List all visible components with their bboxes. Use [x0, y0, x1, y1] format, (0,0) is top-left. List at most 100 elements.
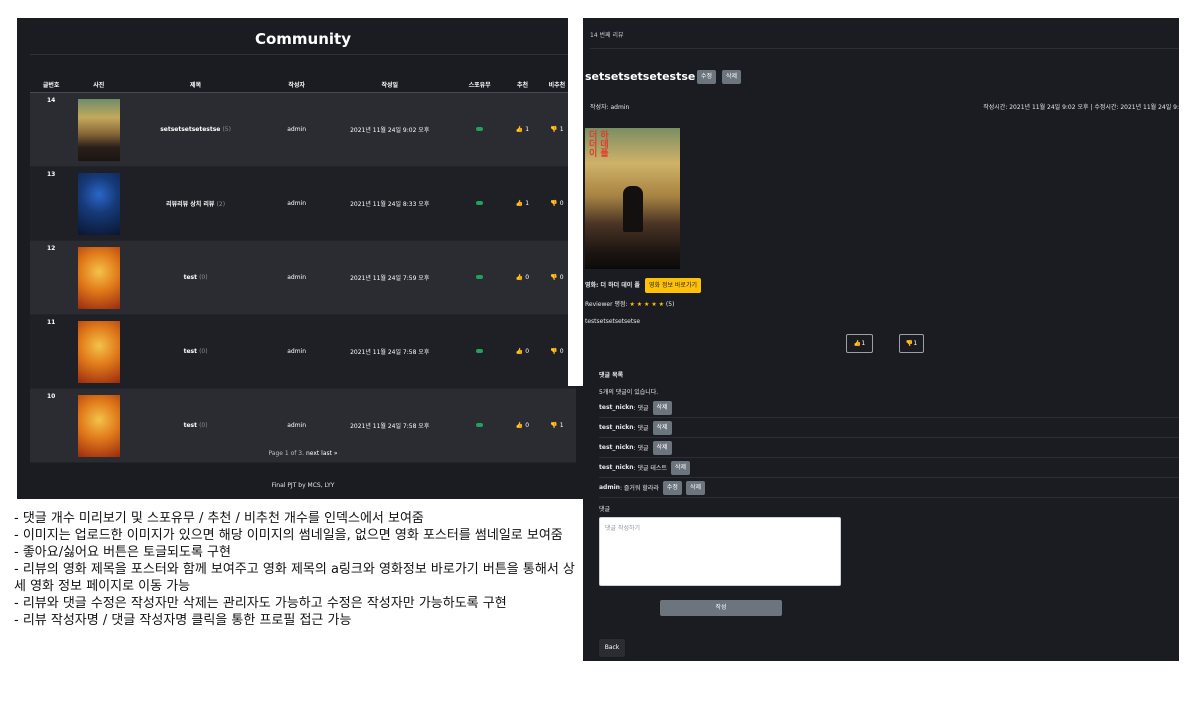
thumbs-up-icon: 👍 [515, 422, 524, 429]
row-title-cell: test (0) [125, 240, 266, 315]
like-button[interactable]: 👍1 [846, 334, 873, 353]
comment-item: test_nickn : 댓글 삭제 [599, 398, 1179, 418]
like-count: 1 [525, 200, 530, 207]
comment-text: : 즐거워 할라라 [619, 485, 659, 492]
row-photo-cell [72, 314, 126, 389]
pagination: Page 1 of 3. next last » [30, 450, 576, 457]
header-photo: 사진 [72, 76, 126, 93]
comment-author[interactable]: test_nickn [599, 424, 634, 431]
comment-author[interactable]: admin [599, 484, 620, 491]
dislike-count: 0 [559, 200, 564, 207]
row-author[interactable]: admin [265, 166, 328, 241]
thumbs-down-icon: 👎 [550, 422, 558, 429]
poster-thumbnail[interactable] [77, 246, 120, 309]
breadcrumb: 14 번째 리뷰 [590, 30, 1179, 49]
comment-item: test_nickn : 댓글 테스트 삭제 [599, 458, 1179, 478]
row-author[interactable]: admin [265, 92, 328, 167]
row-num: 12 [30, 240, 73, 315]
spoiler-toggle-icon [476, 349, 484, 353]
table-row[interactable]: 11 test (0) admin 2021년 11월 24일 7:58 오후 … [30, 314, 576, 389]
like-count: 1 [861, 340, 866, 347]
table-row[interactable]: 13 리뷰리뷰 상치 리뷰 (2) admin 2021년 11월 24일 8:… [30, 166, 576, 241]
reviewer-score: Reviewer 평점: ★ ★ ★ ★ ★ (5) [585, 299, 674, 308]
dislike-button[interactable]: 👎1 [899, 334, 924, 353]
comment-item: admin : 즐거워 할라라 수정 삭제 [599, 478, 1179, 498]
note-line: - 리뷰의 영화 제목을 포스터와 함께 보여주고 영화 제목의 a링크와 영화… [14, 562, 575, 594]
comment-author[interactable]: test_nickn [599, 444, 634, 451]
row-title-link[interactable]: test [184, 422, 197, 429]
row-title-link[interactable]: setsetsetsetestse [160, 126, 220, 133]
row-num: 14 [30, 92, 73, 167]
review-table: 글번호 사진 제목 작성자 작성일 스포유무 추천 비추천 14 setsets… [30, 76, 576, 463]
poster-thumbnail[interactable] [77, 320, 120, 383]
header-date: 작성일 [327, 76, 453, 93]
score-value: (5) [665, 301, 675, 308]
dislike-count: 0 [559, 274, 564, 281]
row-like: 👍 1 [507, 92, 538, 167]
movie-info-button[interactable]: 영화 정보 바로가기 [645, 278, 701, 293]
delete-comment-button[interactable]: 삭제 [652, 400, 672, 415]
comment-author[interactable]: test_nickn [599, 404, 634, 411]
review-title: setsetsetsetestse [585, 70, 696, 83]
row-date: 2021년 11월 24일 7:59 오후 [327, 240, 453, 315]
table-row[interactable]: 14 setsetsetsetestse (5) admin 2021년 11월… [30, 92, 576, 167]
dislike-count: 1 [559, 422, 564, 429]
next-page-link[interactable]: next [306, 450, 319, 457]
delete-comment-button[interactable]: 삭제 [670, 460, 691, 475]
row-num: 11 [30, 314, 73, 389]
feature-notes: - 댓글 개수 미리보기 및 스포유무 / 추천 / 비추천 개수를 인덱스에서… [14, 510, 582, 629]
review-author[interactable]: 작성자: admin [590, 102, 629, 111]
poster-thumbnail[interactable] [77, 98, 120, 161]
thumbs-up-icon: 👍 [515, 274, 524, 281]
comment-text: : 댓글 [633, 405, 649, 412]
movie-poster: 더 하더 데이 폴 [585, 128, 680, 269]
table-header-row: 글번호 사진 제목 작성자 작성일 스포유무 추천 비추천 [30, 76, 576, 93]
row-title-link[interactable]: test [184, 348, 197, 355]
back-button[interactable]: Back [599, 639, 625, 657]
dislike-count: 0 [559, 348, 564, 355]
row-title-link[interactable]: 리뷰리뷰 상치 리뷰 [166, 201, 214, 208]
spoiler-toggle-icon [476, 127, 484, 131]
dislike-count: 1 [559, 126, 564, 133]
thumbs-up-icon: 👍 [515, 348, 524, 355]
submit-comment-button[interactable]: 작성 [660, 600, 782, 616]
edit-review-button[interactable]: 수정 [697, 70, 717, 84]
row-spoiler [452, 314, 508, 389]
spoiler-toggle-icon [476, 275, 484, 279]
review-timestamps: 작성시간: 2021년 11월 24일 9:02 오후 | 수정시간: 2021… [983, 104, 1179, 111]
delete-comment-button[interactable]: 삭제 [652, 420, 672, 435]
delete-comment-button[interactable]: 삭제 [652, 440, 672, 455]
row-like: 👍 0 [507, 240, 538, 315]
delete-review-button[interactable]: 삭제 [722, 70, 742, 84]
row-author[interactable]: admin [265, 240, 328, 315]
row-date: 2021년 11월 24일 9:02 오후 [327, 92, 453, 167]
like-count: 0 [525, 422, 530, 429]
header-spoiler: 스포유무 [452, 76, 508, 93]
comment-item: test_nickn : 댓글 삭제 [599, 418, 1179, 438]
header-title: 제목 [125, 76, 266, 93]
row-photo-cell [72, 240, 126, 315]
row-spoiler [452, 240, 508, 315]
delete-comment-button[interactable]: 삭제 [685, 480, 705, 495]
comments-count: 5개의 댓글이 있습니다. [599, 389, 659, 396]
edit-comment-button[interactable]: 수정 [662, 480, 682, 495]
page-indicator: Page 1 of 3. [268, 450, 305, 457]
row-like: 👍 1 [507, 166, 538, 241]
page-title: Community [30, 18, 576, 55]
row-spoiler [452, 166, 508, 241]
note-line: - 이미지는 업로드한 이미지가 있으면 해당 이미지의 썸네일을, 없으면 영… [14, 528, 563, 543]
comment-author[interactable]: test_nickn [599, 464, 634, 471]
row-title-link[interactable]: test [184, 274, 197, 281]
last-page-link[interactable]: last » [321, 450, 337, 457]
poster-thumbnail[interactable] [77, 394, 120, 457]
comment-textarea[interactable]: 댓글 작성하기 [599, 517, 841, 586]
spoiler-toggle-icon [476, 423, 484, 427]
row-author[interactable]: admin [265, 314, 328, 389]
poster-thumbnail[interactable] [77, 172, 120, 235]
comment-text: : 댓글 [633, 425, 649, 432]
movie-title-link[interactable]: 영화: 더 하더 데이 폴 [585, 282, 640, 289]
comment-count: (0) [199, 422, 208, 429]
row-num: 13 [30, 166, 73, 241]
table-row[interactable]: 12 test (0) admin 2021년 11월 24일 7:59 오후 … [30, 240, 576, 315]
comments-list: test_nickn : 댓글 삭제 test_nickn : 댓글 삭제 te… [599, 398, 1179, 498]
